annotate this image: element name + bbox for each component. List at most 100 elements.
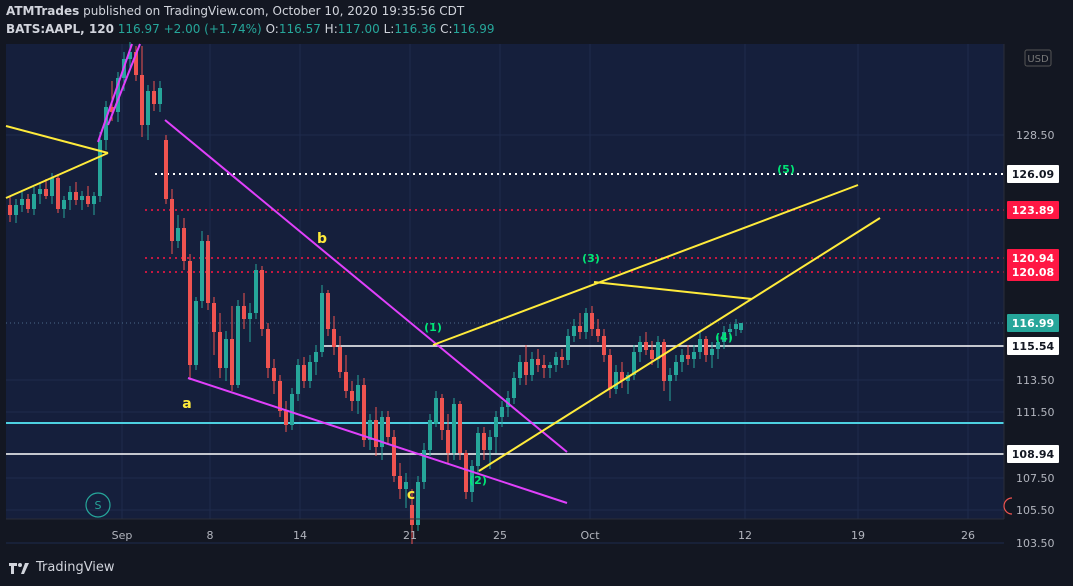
- candle-body: [272, 368, 276, 381]
- candle-body: [686, 355, 690, 359]
- candle-body: [236, 306, 240, 385]
- wave-label: (1): [424, 321, 442, 334]
- tradingview-brand: TradingView: [36, 560, 115, 575]
- wave-label: a: [182, 396, 191, 412]
- candle-body: [428, 420, 432, 450]
- candle-body: [362, 385, 366, 440]
- candle-body: [560, 357, 564, 360]
- candle-body: [446, 430, 450, 453]
- candle-body: [512, 378, 516, 398]
- tradingview-watermark[interactable]: TradingView: [8, 560, 115, 575]
- price-chart[interactable]: a b c (1) (2) (3) (4) (5) 103.50 105.50 107.50 111…: [0, 0, 1073, 586]
- candle-body: [98, 140, 102, 196]
- candle-body: [86, 196, 90, 204]
- price-tick: 128.50: [1016, 129, 1055, 142]
- candle-body: [410, 505, 414, 525]
- candle-body: [674, 362, 678, 375]
- low-label: L:: [383, 22, 395, 36]
- tradingview-logo-icon: [9, 562, 29, 574]
- candle-body: [332, 329, 336, 347]
- candle-body: [662, 342, 666, 381]
- wave-label: (5): [777, 163, 795, 176]
- price-label: 123.89: [1012, 204, 1054, 217]
- high-label: H:: [324, 22, 338, 36]
- wave-label: (3): [582, 252, 600, 265]
- publish-info: published on TradingView.com, October 10…: [83, 4, 465, 18]
- price-label: 120.08: [1012, 266, 1054, 279]
- candle-body: [260, 270, 264, 329]
- candle-body: [38, 189, 42, 194]
- price-tick: 113.50: [1016, 374, 1055, 387]
- candle-body: [344, 372, 348, 391]
- candle-body: [242, 306, 246, 319]
- candle-body: [572, 326, 576, 336]
- candle-body: [170, 199, 174, 241]
- candle-body: [668, 375, 672, 381]
- currency-label: USD: [1027, 54, 1049, 65]
- price-tick: 105.50: [1016, 504, 1055, 517]
- candle-body: [584, 313, 588, 332]
- candle-body: [326, 293, 330, 329]
- last-price: 116.97: [117, 22, 160, 36]
- candle-body: [578, 326, 582, 332]
- candle-body: [386, 417, 390, 437]
- candle-body: [68, 192, 72, 200]
- candle-body: [152, 91, 156, 104]
- candle-body: [590, 313, 594, 329]
- close-label: C:: [440, 22, 453, 36]
- candle-body: [296, 365, 300, 394]
- candle-body: [434, 398, 438, 424]
- candle-body: [596, 329, 600, 336]
- candle-body: [50, 178, 54, 196]
- ohlc-line: BATS:AAPL, 120 116.97 +2.00 (+1.74%) O:1…: [6, 22, 495, 36]
- candle-body: [278, 381, 282, 411]
- candle-body: [440, 398, 444, 430]
- candle-body: [650, 350, 654, 359]
- candle-body: [734, 324, 738, 329]
- candle-body: [224, 339, 228, 368]
- candle-body: [398, 476, 402, 489]
- candle-body: [494, 417, 498, 437]
- symbol[interactable]: BATS:AAPL, 120: [6, 22, 114, 36]
- candle-body: [20, 199, 24, 205]
- price-label: 126.09: [1012, 168, 1054, 181]
- time-tick: 19: [851, 529, 865, 542]
- candle-body: [350, 391, 354, 401]
- candle-body: [392, 437, 396, 476]
- change: +2.00 (+1.74%): [163, 22, 262, 36]
- price-label: 115.54: [1012, 340, 1055, 353]
- candle-body: [206, 241, 210, 303]
- candle-body: [140, 75, 144, 125]
- candle-body: [530, 359, 534, 375]
- candle-body: [188, 261, 192, 365]
- candle-body: [356, 385, 360, 401]
- candle-body: [542, 365, 546, 368]
- candle-body: [284, 411, 288, 425]
- candle-body: [518, 362, 522, 378]
- candle-body: [374, 420, 378, 447]
- time-tick: Oct: [580, 529, 600, 542]
- candle-body: [644, 342, 648, 350]
- candle-body: [254, 270, 258, 313]
- candle-body: [704, 339, 708, 355]
- candle-body: [56, 178, 60, 209]
- candle-body: [314, 352, 318, 362]
- candle-body: [608, 355, 612, 389]
- candle-body: [458, 404, 462, 453]
- plot-area[interactable]: [6, 44, 1004, 519]
- candle-body: [80, 196, 84, 200]
- candle-body: [320, 293, 324, 352]
- high-value: 117.00: [337, 22, 380, 36]
- author[interactable]: ATMTrades: [6, 4, 79, 18]
- candle-body: [500, 407, 504, 417]
- candle-body: [548, 365, 552, 368]
- candle-body: [182, 228, 186, 261]
- candle-body: [338, 347, 342, 372]
- open-value: 116.57: [278, 22, 321, 36]
- time-tick: 26: [961, 529, 975, 542]
- price-tick: 111.50: [1016, 406, 1055, 419]
- candle-body: [266, 329, 270, 368]
- candle-body: [248, 313, 252, 319]
- price-label: 116.99: [1012, 317, 1054, 330]
- publish-line: ATMTrades published on TradingView.com, …: [6, 4, 464, 18]
